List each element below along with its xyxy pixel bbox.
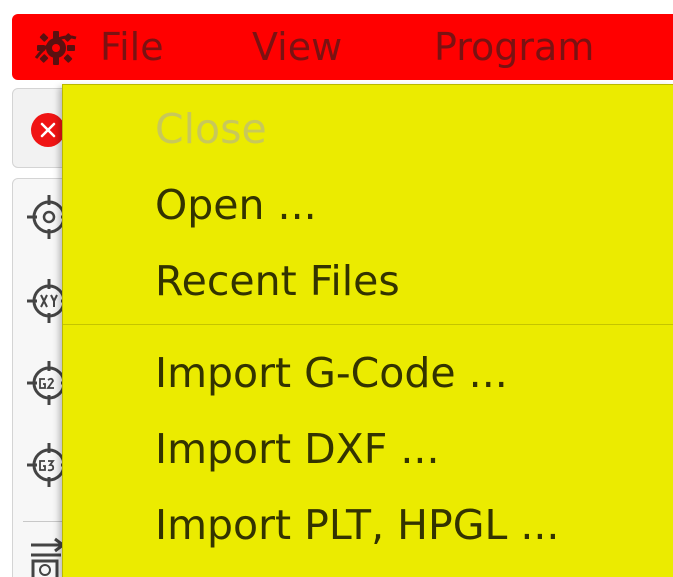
menu-file[interactable]: File <box>100 22 164 72</box>
close-button[interactable] <box>31 113 65 147</box>
menu-view[interactable]: View <box>252 22 342 72</box>
menu-item-import-gcode[interactable]: Import G-Code ... <box>155 345 508 401</box>
menu-separator <box>63 324 673 325</box>
app-window: File View Program Close Open ... Recent … <box>0 0 673 577</box>
menu-item-import-plt-hpgl[interactable]: Import PLT, HPGL ... <box>155 497 559 553</box>
menu-item-recent-files[interactable]: Recent Files <box>155 253 400 309</box>
menu-program[interactable]: Program <box>434 22 594 72</box>
menu-item-close: Close <box>155 105 267 153</box>
gear-icon[interactable] <box>34 28 78 68</box>
menu-item-open[interactable]: Open ... <box>155 177 317 233</box>
close-icon <box>40 122 56 138</box>
file-menu-dropdown: Close Open ... Recent Files Import G-Cod… <box>62 84 673 577</box>
menu-item-import-dxf[interactable]: Import DXF ... <box>155 421 439 477</box>
menu-bar: File View Program <box>12 14 673 80</box>
